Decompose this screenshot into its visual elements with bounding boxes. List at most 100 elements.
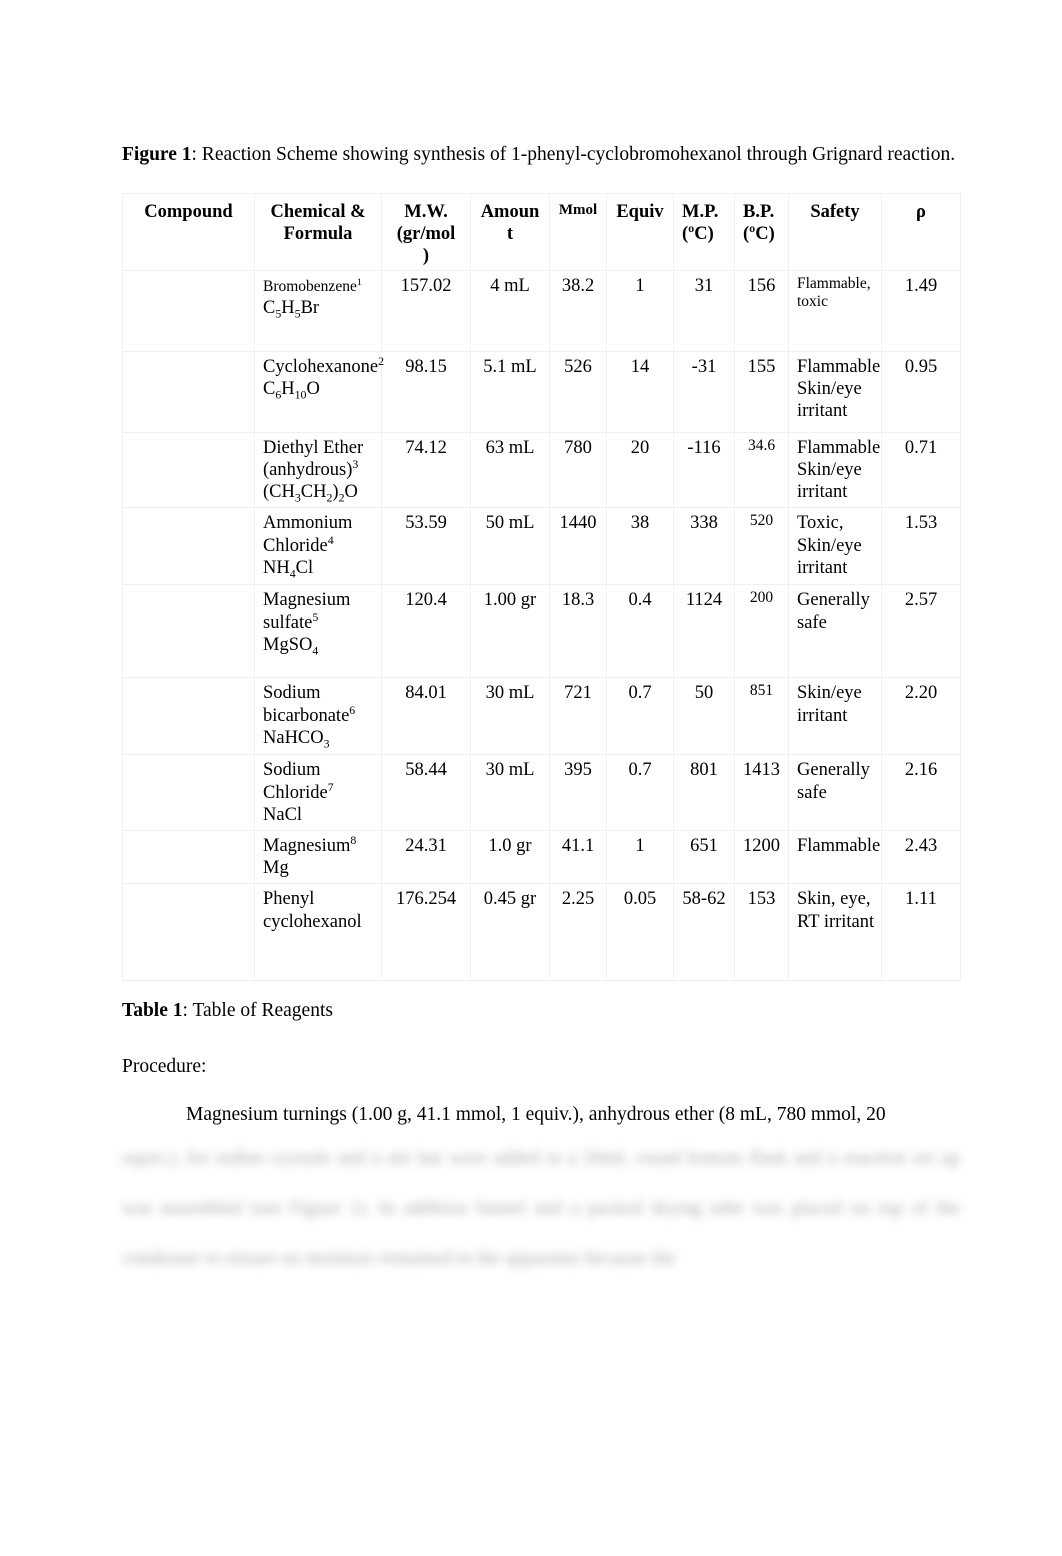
table-row: Bromobenzene1 C5H5Br 157.02 4 mL 38.2 1 31 156 F… — [122, 269, 961, 352]
cell-mmol: 526 — [549, 350, 607, 433]
cell-amount: 4 mL — [470, 269, 550, 352]
cell-equiv: 1 — [606, 829, 674, 885]
cell-mw: 74.12 — [381, 431, 471, 509]
col-header-mw-line2: (gr/mol — [396, 224, 456, 245]
cell-compound — [122, 269, 255, 352]
cell-compound — [122, 829, 255, 885]
col-header-chemical-line1: Chemical & — [270, 202, 366, 223]
col-header-mp-line1: M.P. — [682, 202, 719, 223]
figure-1-label: Figure 1 — [122, 144, 192, 165]
col-header-amount-line2: t — [506, 224, 514, 245]
cell-mw: 157.02 — [381, 269, 471, 352]
cell-mp: 58-62 — [673, 883, 735, 982]
table-row: Phenyl cyclohexanol 176.254 0.45 gr 2.25 0.0… — [122, 883, 961, 982]
cell-equiv: 0.4 — [606, 584, 674, 679]
cell-mp: 801 — [673, 754, 735, 831]
cell-bp: 153 — [734, 883, 789, 982]
cell-mmol: 395 — [549, 754, 607, 831]
table-1-caption: Table 1: Table of Reagents — [122, 998, 962, 1023]
cell-safety: Toxic, Skin/eye irritant — [788, 507, 882, 586]
cell-mmol: 38.2 — [549, 269, 607, 352]
cell-rho: 1.53 — [881, 507, 961, 586]
cell-mp: 31 — [673, 269, 735, 352]
cell-amount: 1.0 gr — [470, 829, 550, 885]
cell-mw: 120.4 — [381, 584, 471, 679]
procedure-obscured-text: equiv.), for iodine crystals and a stir … — [122, 1148, 960, 1269]
cell-mp: -116 — [673, 431, 735, 509]
col-header-mw-line1: M.W. — [404, 202, 448, 223]
procedure-heading: Procedure: — [122, 1055, 207, 1077]
cell-rho: 2.16 — [881, 754, 961, 831]
cell-amount: 50 mL — [470, 507, 550, 586]
cell-bp: 200 — [734, 584, 789, 679]
cell-bp: 520 — [734, 507, 789, 586]
col-header-amount: Amoun t — [470, 193, 550, 271]
cell-mmol: 780 — [549, 431, 607, 509]
cell-chemical-formula: Diethyl Ether (anhydrous)3 (CH3CH2)2O — [254, 431, 382, 509]
cell-safety: Generally safe — [788, 584, 882, 679]
table-row: Sodium Chloride7 NaCl 58.44 30 mL 395 0.7 801 1… — [122, 754, 961, 831]
cell-equiv: 0.05 — [606, 883, 674, 982]
table-row: Ammonium Chloride4 NH4Cl 53.59 50 mL 1440 38 3… — [122, 507, 961, 586]
table-row: Magnesium sulfate5 MgSO4 120.4 1.00 gr 18.3 0… — [122, 584, 961, 679]
cell-equiv: 1 — [606, 269, 674, 352]
cell-mw: 24.31 — [381, 829, 471, 885]
cell-chemical-formula: Phenyl cyclohexanol — [254, 883, 382, 982]
cell-mmol: 41.1 — [549, 829, 607, 885]
cell-mw: 53.59 — [381, 507, 471, 586]
cell-equiv: 14 — [606, 350, 674, 433]
cell-mmol: 1440 — [549, 507, 607, 586]
table-row: Sodium bicarbonate6 NaHCO3 84.01 30 mL 721 0.… — [122, 677, 961, 756]
col-header-chemical-formula: Chemical & Formula — [254, 193, 382, 271]
cell-safety: Skin, eye, RT irritant — [788, 883, 882, 982]
col-header-mmol: Mmol — [549, 193, 607, 271]
col-header-mw: M.W. (gr/mol ) — [381, 193, 471, 271]
cell-compound — [122, 677, 255, 756]
table-header-row: Compound Chemical & Formula M.W. (gr/mol… — [122, 193, 961, 271]
cell-mw: 98.15 — [381, 350, 471, 433]
table-1-label: Table 1 — [122, 1000, 183, 1022]
cell-safety: Flammable Skin/eye irritant — [788, 431, 882, 509]
cell-mp: -31 — [673, 350, 735, 433]
cell-amount: 63 mL — [470, 431, 550, 509]
cell-mw: 176.254 — [381, 883, 471, 982]
cell-bp: 1413 — [734, 754, 789, 831]
cell-chemical-formula: Sodium bicarbonate6 NaHCO3 — [254, 677, 382, 756]
reagents-table-header: Compound Chemical & Formula M.W. (gr/mol… — [122, 193, 961, 271]
document-content: Figure 1: Reaction Scheme showing synthe… — [122, 142, 962, 1284]
cell-rho: 2.43 — [881, 829, 961, 885]
cell-compound — [122, 883, 255, 982]
table-1-caption-text: : Table of Reagents — [182, 1000, 333, 1022]
cell-mw: 84.01 — [381, 677, 471, 756]
cell-equiv: 20 — [606, 431, 674, 509]
cell-compound — [122, 584, 255, 679]
table-row: Magnesium8 Mg 24.31 1.0 gr 41.1 1 651 1200 Flamm… — [122, 829, 961, 885]
cell-rho: 1.11 — [881, 883, 961, 982]
cell-chemical-formula: Bromobenzene1 C5H5Br — [254, 269, 382, 352]
cell-rho: 1.49 — [881, 269, 961, 352]
cell-safety: Generally safe — [788, 754, 882, 831]
col-header-equiv: Equiv — [606, 193, 674, 271]
cell-rho: 0.71 — [881, 431, 961, 509]
cell-rho: 2.20 — [881, 677, 961, 756]
cell-equiv: 0.7 — [606, 754, 674, 831]
col-header-rho: ρ — [881, 193, 961, 271]
cell-rho: 2.57 — [881, 584, 961, 679]
cell-rho: 0.95 — [881, 350, 961, 433]
cell-compound — [122, 754, 255, 831]
cell-mp: 338 — [673, 507, 735, 586]
col-header-mp: M.P. (ºC) — [673, 193, 735, 271]
col-header-mp-line2: (ºC) — [682, 224, 714, 245]
cell-amount: 5.1 mL — [470, 350, 550, 433]
cell-mmol: 721 — [549, 677, 607, 756]
col-header-bp: B.P. (ºC) — [734, 193, 789, 271]
cell-bp: 156 — [734, 269, 789, 352]
cell-compound — [122, 431, 255, 509]
figure-1-caption-text: : Reaction Scheme showing synthesis of 1… — [191, 144, 956, 165]
cell-safety: Skin/eye irritant — [788, 677, 882, 756]
reagents-table-body: Bromobenzene1 C5H5Br 157.02 4 mL 38.2 1 31 156 F… — [122, 269, 961, 982]
cell-mw: 58.44 — [381, 754, 471, 831]
cell-safety: Flammable Skin/eye irritant — [788, 350, 882, 433]
col-header-chemical-line2: Formula — [283, 224, 353, 245]
cell-mmol: 2.25 — [549, 883, 607, 982]
